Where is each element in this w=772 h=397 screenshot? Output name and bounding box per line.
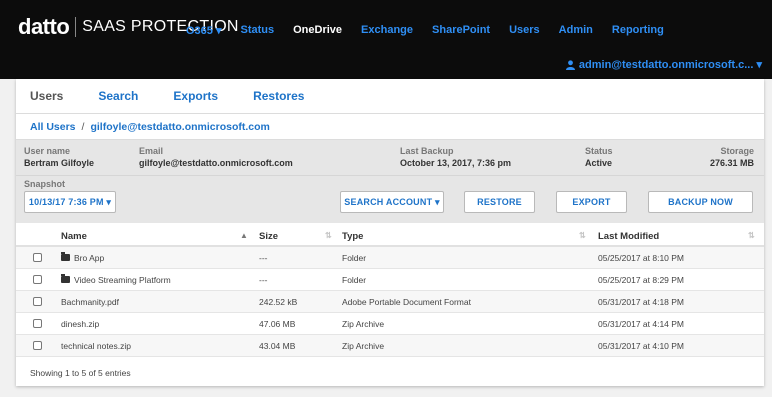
sort-asc-icon[interactable]: ▲	[240, 231, 248, 240]
breadcrumb-separator: /	[81, 120, 85, 133]
file-modified: 05/31/2017 at 4:18 PM	[598, 297, 685, 307]
column-header-type[interactable]: Type	[342, 231, 363, 242]
main-nav: O365 ▾ Status OneDrive Exchange SharePoi…	[186, 24, 683, 37]
status-value: Active	[585, 158, 613, 168]
column-header-last-modified[interactable]: Last Modified	[598, 231, 659, 242]
breadcrumb-all-users[interactable]: All Users	[30, 121, 76, 133]
snapshot-label: Snapshot	[24, 179, 66, 189]
export-button[interactable]: EXPORT	[556, 191, 627, 213]
file-size: 43.04 MB	[259, 341, 296, 351]
restore-button[interactable]: RESTORE	[464, 191, 535, 213]
table-body: Bro App --- Folder 05/25/2017 at 8:10 PM…	[16, 247, 764, 357]
breadcrumb-current-user[interactable]: gilfoyle@testdatto.onmicrosoft.com	[90, 121, 269, 133]
snapshot-toolbar: Snapshot 10/13/17 7:36 PM ▾ SEARCH ACCOU…	[16, 176, 764, 223]
account-summary: User name Bertram Gilfoyle Email gilfoyl…	[16, 140, 764, 176]
email-column: Email gilfoyle@testdatto.onmicrosoft.com	[139, 146, 293, 168]
tab-exports[interactable]: Exports	[173, 89, 218, 103]
last-backup-column: Last Backup October 13, 2017, 7:36 pm	[400, 146, 511, 168]
file-name[interactable]: Video Streaming Platform	[74, 275, 171, 285]
nav-item-admin[interactable]: Admin	[559, 24, 593, 37]
storage-label: Storage	[720, 146, 754, 156]
username-label: User name	[24, 146, 71, 156]
user-icon	[565, 59, 575, 70]
search-account-button[interactable]: SEARCH ACCOUNT ▾	[340, 191, 444, 213]
table-row[interactable]: Bachmanity.pdf 242.52 kB Adobe Portable …	[16, 291, 764, 313]
tab-users[interactable]: Users	[30, 89, 63, 103]
file-size: ---	[259, 253, 268, 263]
file-name[interactable]: Bro App	[74, 253, 104, 263]
last-backup-label: Last Backup	[400, 146, 454, 156]
username-value: Bertram Gilfoyle	[24, 158, 95, 168]
user-menu[interactable]: admin@testdatto.onmicrosoft.c... ▾	[565, 58, 762, 71]
nav-item-users[interactable]: Users	[509, 24, 540, 37]
email-value: gilfoyle@testdatto.onmicrosoft.com	[139, 158, 293, 168]
storage-column: Storage 276.31 MB	[710, 146, 754, 168]
email-label: Email	[139, 146, 164, 156]
folder-icon	[61, 274, 70, 283]
file-type: Zip Archive	[342, 319, 385, 329]
breadcrumb: All Users / gilfoyle@testdatto.onmicroso…	[16, 114, 764, 140]
last-backup-value: October 13, 2017, 7:36 pm	[400, 158, 512, 168]
row-checkbox[interactable]	[33, 297, 42, 306]
storage-value: 276.31 MB	[709, 158, 754, 168]
nav-item-o365[interactable]: O365 ▾	[186, 24, 222, 37]
files-table: Name ▲ Size ⇅ Type ⇅ Last Modified ⇅ Bro…	[16, 225, 764, 357]
table-row[interactable]: dinesh.zip 47.06 MB Zip Archive 05/31/20…	[16, 313, 764, 335]
table-row[interactable]: Video Streaming Platform --- Folder 05/2…	[16, 269, 764, 291]
brand-divider	[75, 17, 77, 37]
row-checkbox[interactable]	[33, 341, 42, 350]
tab-search[interactable]: Search	[98, 89, 138, 103]
file-modified: 05/31/2017 at 4:14 PM	[598, 319, 685, 329]
status-label: Status	[585, 146, 613, 156]
table-row[interactable]: Bro App --- Folder 05/25/2017 at 8:10 PM	[16, 247, 764, 269]
table-header: Name ▲ Size ⇅ Type ⇅ Last Modified ⇅	[16, 225, 764, 247]
nav-item-onedrive[interactable]: OneDrive	[293, 24, 342, 37]
file-name[interactable]: dinesh.zip	[61, 319, 99, 329]
row-checkbox[interactable]	[33, 275, 42, 284]
user-menu-label: admin@testdatto.onmicrosoft.c... ▾	[578, 59, 762, 71]
nav-item-status[interactable]: Status	[241, 24, 275, 37]
top-navigation-bar: datto SAAS PROTECTION O365 ▾ Status OneD…	[0, 0, 772, 79]
nav-item-sharepoint[interactable]: SharePoint	[432, 24, 490, 37]
tab-restores[interactable]: Restores	[253, 89, 304, 103]
nav-item-exchange[interactable]: Exchange	[361, 24, 413, 37]
account-panel: Users Search Exports Restores All Users …	[16, 79, 764, 386]
file-size: 242.52 kB	[259, 297, 298, 307]
row-checkbox[interactable]	[33, 253, 42, 262]
column-header-size[interactable]: Size	[259, 231, 278, 242]
row-checkbox[interactable]	[33, 319, 42, 328]
sort-icon[interactable]: ⇅	[579, 231, 586, 240]
nav-item-reporting[interactable]: Reporting	[612, 24, 664, 37]
sort-icon[interactable]: ⇅	[748, 231, 755, 240]
datto-logo: datto	[18, 14, 70, 39]
username-column: User name Bertram Gilfoyle	[24, 146, 94, 168]
file-type: Zip Archive	[342, 341, 385, 351]
table-row[interactable]: technical notes.zip 43.04 MB Zip Archive…	[16, 335, 764, 357]
file-type: Folder	[342, 253, 367, 263]
snapshot-dropdown[interactable]: 10/13/17 7:36 PM ▾	[24, 191, 116, 213]
file-size: 47.06 MB	[259, 319, 296, 329]
file-type: Adobe Portable Document Format	[342, 297, 471, 307]
file-size: ---	[259, 275, 268, 285]
section-tabs: Users Search Exports Restores	[16, 79, 764, 114]
status-column: Status Active	[585, 146, 613, 168]
backup-now-button[interactable]: BACKUP NOW	[648, 191, 753, 213]
sort-icon[interactable]: ⇅	[325, 231, 332, 240]
file-modified: 05/25/2017 at 8:10 PM	[598, 253, 685, 263]
file-modified: 05/31/2017 at 4:10 PM	[598, 341, 685, 351]
file-name[interactable]: technical notes.zip	[61, 341, 131, 351]
folder-icon	[61, 252, 70, 261]
file-name[interactable]: Bachmanity.pdf	[61, 297, 119, 307]
file-type: Folder	[342, 275, 367, 285]
file-modified: 05/25/2017 at 8:29 PM	[598, 275, 685, 285]
table-footer-info: Showing 1 to 5 of 5 entries	[30, 368, 131, 378]
column-header-name[interactable]: Name	[61, 231, 87, 242]
